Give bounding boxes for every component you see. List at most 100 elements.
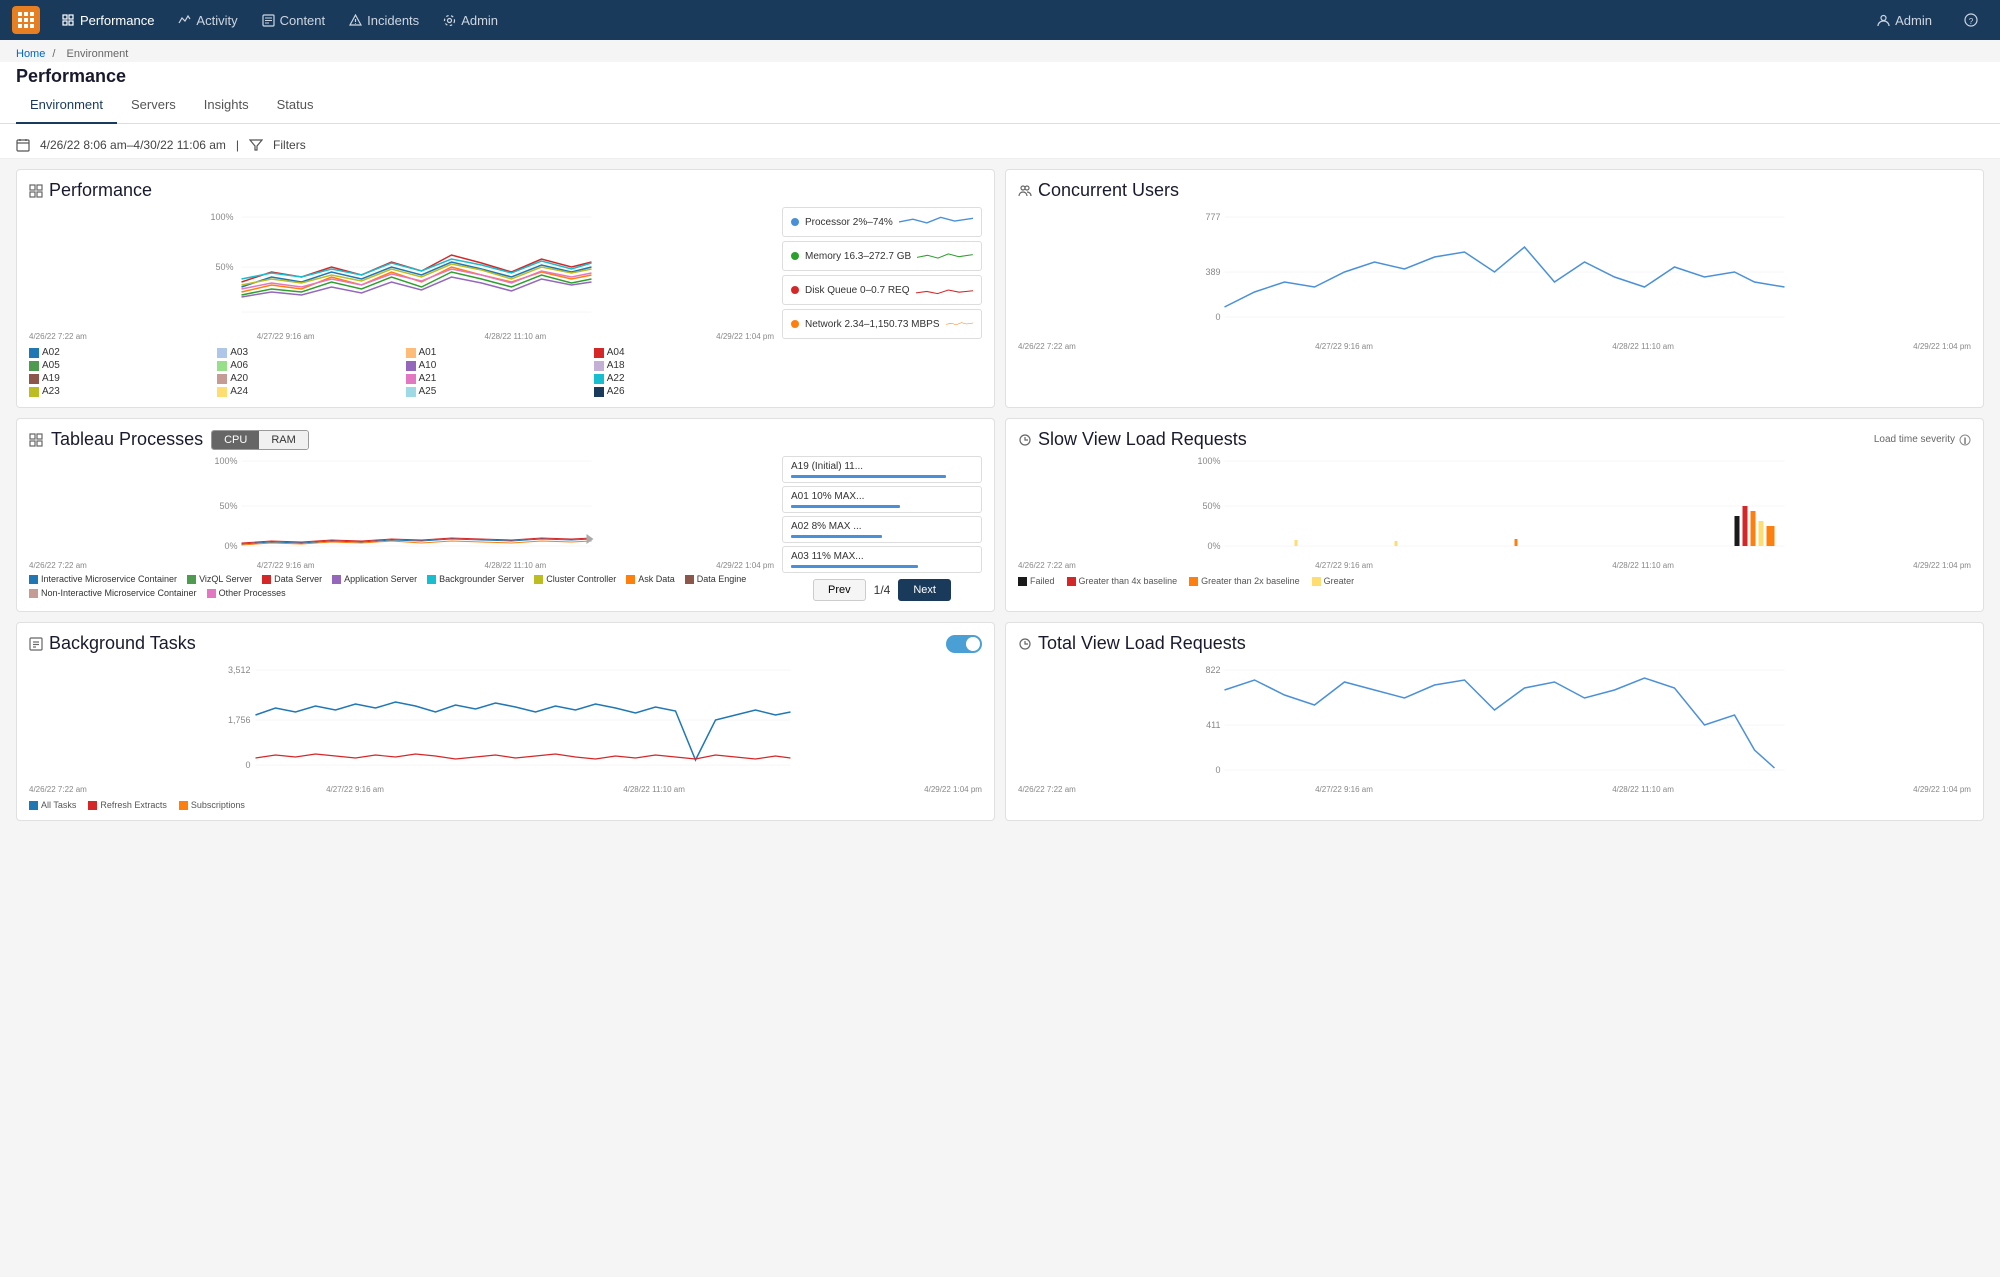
filter-separator: | xyxy=(236,138,239,152)
legend-a02: A02 xyxy=(29,347,209,358)
processes-x-axis: 4/26/22 7:22 am 4/27/22 9:16 am 4/28/22 … xyxy=(29,561,774,570)
prev-button[interactable]: Prev xyxy=(813,579,866,601)
ram-button[interactable]: RAM xyxy=(259,431,307,449)
svg-text:0: 0 xyxy=(245,760,250,770)
legend-a20: A20 xyxy=(217,373,397,384)
performance-x-axis: 4/26/22 7:22 am 4/27/22 9:16 am 4/28/22 … xyxy=(29,332,774,341)
svg-text:777: 777 xyxy=(1205,212,1220,222)
legend-disk-label: Disk Queue 0–0.7 REQ xyxy=(805,285,910,296)
slow-view-card: Slow View Load Requests Load time severi… xyxy=(1005,418,1984,612)
legend-a23: A23 xyxy=(29,386,209,397)
breadcrumb-current: Environment xyxy=(67,48,129,60)
legend-other: Other Processes xyxy=(207,588,286,598)
legend-a25: A25 xyxy=(406,386,586,397)
app-logo xyxy=(12,6,40,34)
proc-item-0: A19 (Initial) 11... xyxy=(782,456,982,483)
x-label-0: 4/26/22 7:22 am xyxy=(29,332,87,341)
performance-card: Performance 100% 50% xyxy=(16,169,995,408)
filter-icon xyxy=(249,138,263,152)
svg-text:100%: 100% xyxy=(1197,456,1220,466)
concurrent-icon xyxy=(1018,184,1032,198)
legend-a22: A22 xyxy=(594,373,774,384)
calendar-icon xyxy=(16,138,30,152)
svg-text:?: ? xyxy=(1969,17,1974,26)
severity-container: Load time severity i xyxy=(1874,434,1971,446)
processes-list: A19 (Initial) 11... A01 10% MAX... A02 8… xyxy=(782,456,982,601)
legend-cluster: Cluster Controller xyxy=(534,574,616,584)
date-range[interactable]: 4/26/22 8:06 am–4/30/22 11:06 am xyxy=(40,138,226,152)
tab-insights[interactable]: Insights xyxy=(190,87,263,124)
svg-text:1,756: 1,756 xyxy=(228,715,251,725)
breadcrumb-home[interactable]: Home xyxy=(16,48,45,60)
nav-right: Admin ? xyxy=(1867,7,1988,34)
bg-tasks-icon xyxy=(29,637,43,651)
bg-title: Background Tasks xyxy=(29,633,196,654)
tab-servers[interactable]: Servers xyxy=(117,87,190,124)
nav-label-activity: Activity xyxy=(196,13,237,28)
legend-a01: A01 xyxy=(406,347,586,358)
legend-a24: A24 xyxy=(217,386,397,397)
nav-label-admin: Admin xyxy=(461,13,498,28)
legend-a21: A21 xyxy=(406,373,586,384)
bg-tasks-svg: 3,512 1,756 0 xyxy=(29,660,982,780)
processes-title: Tableau Processes xyxy=(51,429,203,450)
nav-label-performance: Performance xyxy=(80,13,154,28)
nav-label-content: Content xyxy=(280,13,326,28)
bg-tasks-toggle[interactable] xyxy=(946,635,982,653)
tab-status[interactable]: Status xyxy=(263,87,328,124)
slow-title: Slow View Load Requests xyxy=(1018,429,1247,450)
performance-svg: 100% 50% xyxy=(29,207,774,327)
cpu-ram-toggle[interactable]: CPU RAM xyxy=(211,430,309,450)
performance-icon xyxy=(29,184,43,198)
proc-item-1: A01 10% MAX... xyxy=(782,486,982,513)
legend-network: Network 2.34–1,150.73 MBPS xyxy=(782,309,982,339)
total-title: Total View Load Requests xyxy=(1018,633,1971,654)
legend-ask-data: Ask Data xyxy=(626,574,675,584)
performance-title: Performance xyxy=(29,180,982,201)
tab-environment[interactable]: Environment xyxy=(16,87,117,124)
nav-label-incidents: Incidents xyxy=(367,13,419,28)
nav-admin-user[interactable]: Admin xyxy=(1867,7,1942,34)
legend-a26: A26 xyxy=(594,386,774,397)
tableau-processes-card: Tableau Processes CPU RAM 100% 50% 0% xyxy=(16,418,995,612)
svg-text:50%: 50% xyxy=(1202,501,1220,511)
concurrent-chart-title: Concurrent Users xyxy=(1038,180,1179,201)
breadcrumb: Home / Environment xyxy=(0,40,2000,62)
svg-text:50%: 50% xyxy=(215,262,233,272)
severity-label: Load time severity xyxy=(1874,434,1955,445)
info-icon: i xyxy=(1959,434,1971,446)
pagination: Prev 1/4 Next xyxy=(782,579,982,601)
concurrent-x-axis: 4/26/22 7:22 am 4/27/22 9:16 am 4/28/22 … xyxy=(1018,342,1971,351)
svg-text:0: 0 xyxy=(1215,312,1220,322)
nav-item-admin[interactable]: Admin xyxy=(433,7,508,34)
legend-a19: A19 xyxy=(29,373,209,384)
filter-bar: 4/26/22 8:06 am–4/30/22 11:06 am | Filte… xyxy=(0,132,2000,159)
svg-text:3,512: 3,512 xyxy=(228,665,251,675)
legend-memory: Memory 16.3–272.7 GB xyxy=(782,241,982,271)
processes-svg: 100% 50% 0% xyxy=(29,456,774,556)
svg-text:0%: 0% xyxy=(1207,541,1220,551)
nav-item-activity[interactable]: Activity xyxy=(168,7,247,34)
legend-data-server: Data Server xyxy=(262,574,322,584)
bg-legend: All Tasks Refresh Extracts Subscriptions xyxy=(29,800,982,810)
slow-icon xyxy=(1018,433,1032,447)
legend-refresh: Refresh Extracts xyxy=(88,800,167,810)
x-label-1: 4/27/22 9:16 am xyxy=(257,332,315,341)
next-button[interactable]: Next xyxy=(898,579,951,601)
nav-item-content[interactable]: Content xyxy=(252,7,336,34)
performance-chart-title: Performance xyxy=(49,180,152,201)
proc-item-3: A03 11% MAX... xyxy=(782,546,982,573)
nav-item-performance[interactable]: Performance xyxy=(52,7,164,34)
filters-label[interactable]: Filters xyxy=(273,138,306,152)
nav-help[interactable]: ? xyxy=(1954,7,1988,33)
total-view-card: Total View Load Requests 822 411 0 4/26/… xyxy=(1005,622,1984,821)
nav-item-incidents[interactable]: Incidents xyxy=(339,7,429,34)
total-svg: 822 411 0 xyxy=(1018,660,1971,780)
legend-memory-label: Memory 16.3–272.7 GB xyxy=(805,251,911,262)
cpu-button[interactable]: CPU xyxy=(212,431,259,449)
svg-text:389: 389 xyxy=(1205,267,1220,277)
legend-a06: A06 xyxy=(217,360,397,371)
x-label-2: 4/28/22 11:10 am xyxy=(485,332,547,341)
legend-network-label: Network 2.34–1,150.73 MBPS xyxy=(805,319,940,330)
legend-a03: A03 xyxy=(217,347,397,358)
